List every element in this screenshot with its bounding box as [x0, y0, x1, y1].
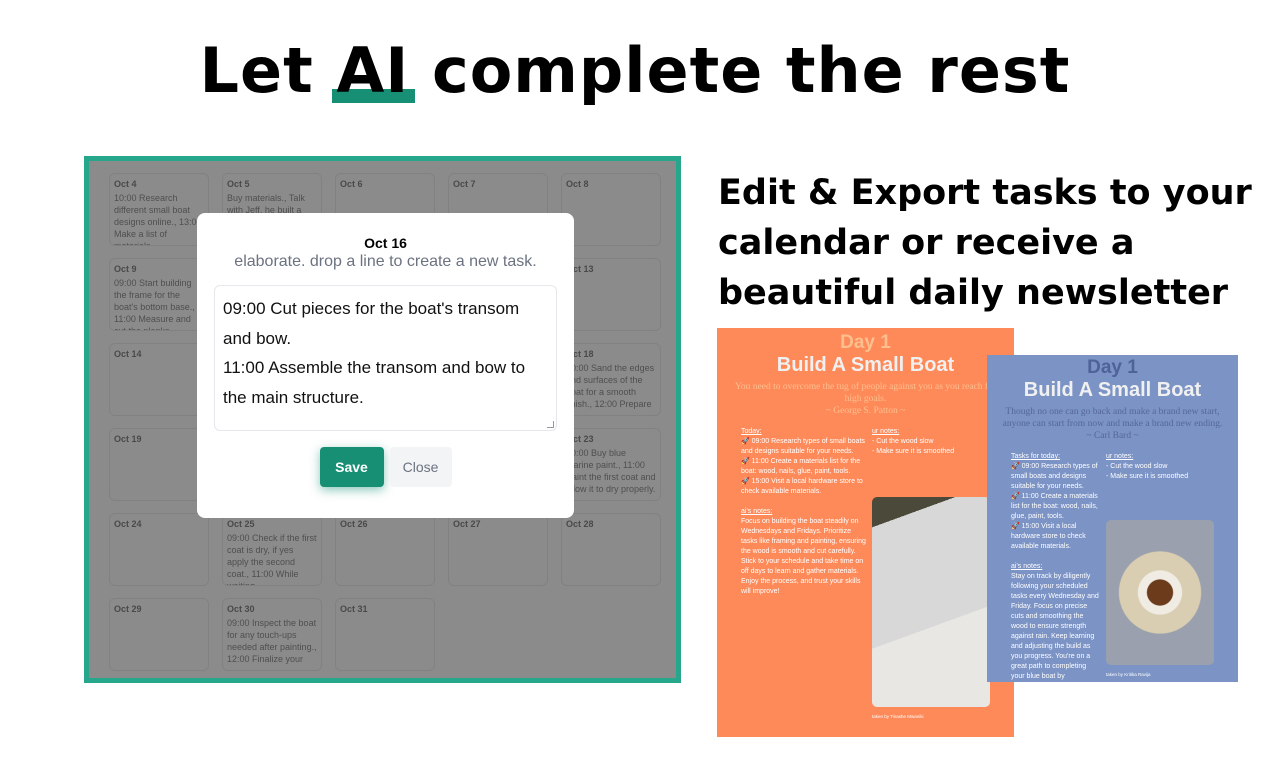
- modal-title: Oct 16: [364, 235, 407, 251]
- newsletter-blue: Day 1 Build A Small Boat Though no one c…: [987, 355, 1238, 682]
- tasks-label: Today:: [741, 428, 762, 435]
- task-textarea[interactable]: 09:00 Cut pieces for the boat's transom …: [214, 285, 557, 431]
- user-notes-label: ur notes:: [872, 428, 900, 435]
- task-item: 🚀 15:00 Visit a local hardware store to …: [1011, 523, 1086, 550]
- user-note: - Make sure it is smoothed: [1106, 473, 1189, 480]
- task-item: 🚀 11:00 Create a materials list for the …: [741, 458, 861, 475]
- newsletter-title: Build A Small Boat: [776, 354, 955, 376]
- task-item: 🚀 09:00 Research types of small boats an…: [1011, 463, 1098, 490]
- save-button[interactable]: Save: [319, 447, 384, 487]
- ai-notes: Stay on track by diligently following yo…: [1011, 573, 1099, 680]
- ai-notes-label: ai's notes:: [1011, 563, 1043, 570]
- user-notes-label: ur notes:: [1106, 453, 1134, 460]
- newsletter-photo: [1106, 520, 1214, 665]
- user-note: - Make sure it is smoothed: [872, 448, 955, 455]
- close-button[interactable]: Close: [389, 447, 452, 487]
- newsletter-title: Build A Small Boat: [1023, 379, 1202, 401]
- modal-subtitle: elaborate. drop a line to create a new t…: [234, 253, 537, 270]
- newsletter-day: Day 1: [840, 332, 891, 353]
- task-modal: Oct 16 elaborate. drop a line to create …: [197, 213, 574, 518]
- photo-caption: taken by Tinashe Mwaniki: [872, 714, 924, 719]
- headline-highlight: AI: [332, 34, 416, 107]
- task-line: 11:00 Assemble the transom and bow to th…: [223, 358, 526, 407]
- newsletter-day: Day 1: [1087, 357, 1138, 378]
- newsletter-photo: [872, 497, 990, 707]
- headline: Let AI complete the rest: [199, 34, 1071, 107]
- newsletter-orange: Day 1 Build A Small Boat You need to ove…: [717, 328, 1014, 737]
- newsletter-quote-author: ~ George S. Patton ~: [825, 406, 906, 416]
- task-line: 09:00 Cut pieces for the boat's transom …: [223, 299, 520, 348]
- newsletter-quote: Though no one can go back and make a bra…: [1002, 407, 1223, 429]
- newsletter-quote-author: ~ Carl Bard ~: [1086, 431, 1139, 441]
- calendar-screenshot: Oct 410:00 Research different small boat…: [84, 156, 681, 683]
- user-note: - Cut the wood slow: [872, 438, 934, 445]
- task-item: 🚀 15:00 Visit a local hardware store to …: [741, 478, 863, 495]
- newsletter-quote: You need to overcome the tug of people a…: [734, 382, 996, 404]
- ai-notes: Focus on building the boat steadily on W…: [741, 518, 866, 595]
- tasks-label: Tasks for today:: [1011, 453, 1061, 460]
- user-note: - Cut the wood slow: [1106, 463, 1168, 470]
- task-item: 🚀 11:00 Create a materials list for the …: [1011, 493, 1098, 520]
- photo-caption: taken by Kritika Ravija: [1106, 672, 1151, 677]
- subheading: Edit & Export tasks to your calendar or …: [718, 173, 1252, 313]
- ai-notes-label: ai's notes:: [741, 508, 773, 515]
- task-item: 🚀 09:00 Research types of small boats an…: [741, 438, 865, 455]
